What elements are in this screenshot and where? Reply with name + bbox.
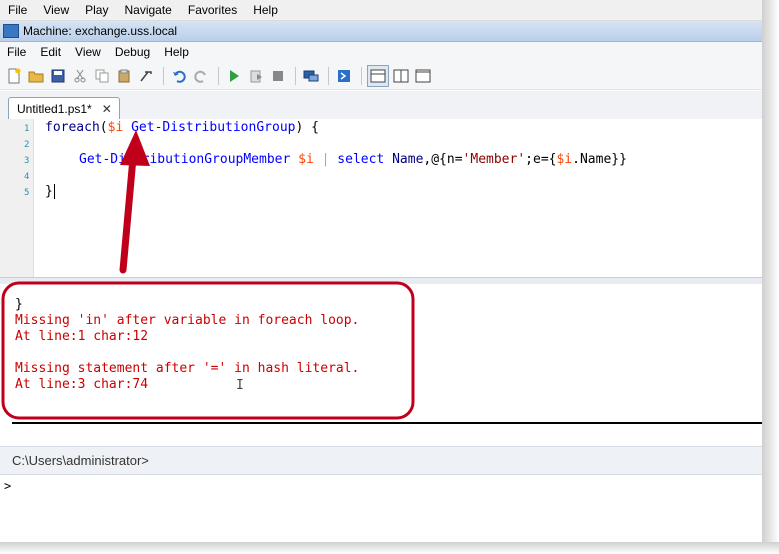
output-divider-line [12,422,762,424]
menu-edit[interactable]: Edit [33,45,68,59]
line-number: 3 [24,156,30,166]
toolbar [0,62,762,90]
host-menu-view[interactable]: View [35,3,77,17]
undo-icon[interactable] [169,66,189,86]
paste-icon[interactable] [114,66,134,86]
powershell-icon[interactable] [334,66,354,86]
command-pane[interactable]: C:\Users\administrator> > [0,446,762,543]
app-menu-bar: File Edit View Debug Help [0,42,762,62]
tab-untitled1[interactable]: Untitled1.ps1* ✕ [8,97,120,119]
host-menu-help[interactable]: Help [245,3,286,17]
text-cursor-icon: I [236,378,244,393]
window-title-bar: Machine: exchange.uss.local [0,21,762,42]
error-message: Missing 'in' after variable in foreach l… [15,313,360,328]
prompt-path: C:\Users\administrator> [0,447,762,475]
layout-top-icon[interactable] [367,64,389,87]
host-menu-navigate[interactable]: Navigate [116,3,179,17]
menu-debug[interactable]: Debug [108,45,157,59]
code-line-3: Get-DistributionGroupMember $i | select … [79,152,627,167]
host-menu-file[interactable]: File [0,3,35,17]
script-editor[interactable]: 1 2 3 4 5 foreach($i Get-DistributionGro… [0,119,762,277]
cut-icon[interactable] [70,66,90,86]
remote-session-icon[interactable] [301,66,321,86]
clear-icon[interactable] [136,66,156,86]
window-shadow [0,542,779,554]
command-input[interactable]: > [4,479,11,493]
copy-icon[interactable] [92,66,112,86]
host-menu-bar: File View Play Navigate Favorites Help [0,0,762,21]
toolbar-separator [361,66,362,85]
machine-icon [3,24,19,38]
error-location: At line:1 char:12 [15,329,149,344]
output-pane: } Missing 'in' after variable in foreach… [0,284,762,425]
menu-help[interactable]: Help [157,45,196,59]
script-tab-strip: Untitled1.ps1* ✕ [0,91,762,120]
menu-file[interactable]: File [0,45,33,59]
line-number: 5 [24,188,30,198]
host-menu-play[interactable]: Play [77,3,116,17]
line-number: 4 [24,172,30,182]
layout-max-icon[interactable] [413,66,433,86]
host-menu-favorites[interactable]: Favorites [180,3,245,17]
error-message: Missing statement after '=' in hash lite… [15,361,360,376]
code-line-1: foreach($i Get-DistributionGroup) { [45,120,319,135]
toolbar-separator [218,66,219,85]
toolbar-separator [295,66,296,85]
layout-side-icon[interactable] [391,66,411,86]
tab-label: Untitled1.ps1* [17,101,92,116]
window-shadow [762,0,779,554]
menu-view[interactable]: View [68,45,108,59]
output-line: } [15,297,23,312]
stop-icon[interactable] [268,66,288,86]
toolbar-separator [328,66,329,85]
close-icon[interactable]: ✕ [102,102,112,116]
open-folder-icon[interactable] [26,66,46,86]
window-title: Machine: exchange.uss.local [23,24,178,38]
save-icon[interactable] [48,66,68,86]
toolbar-separator [163,66,164,85]
redo-icon[interactable] [191,66,211,86]
line-number: 2 [24,140,30,150]
code-line-5: } [45,184,55,199]
run-selection-icon[interactable] [246,66,266,86]
new-file-icon[interactable] [4,66,24,86]
error-location: At line:3 char:74 [15,377,149,392]
run-icon[interactable] [224,66,244,86]
line-number: 1 [24,124,30,134]
line-number-gutter: 1 2 3 4 5 [0,119,34,277]
